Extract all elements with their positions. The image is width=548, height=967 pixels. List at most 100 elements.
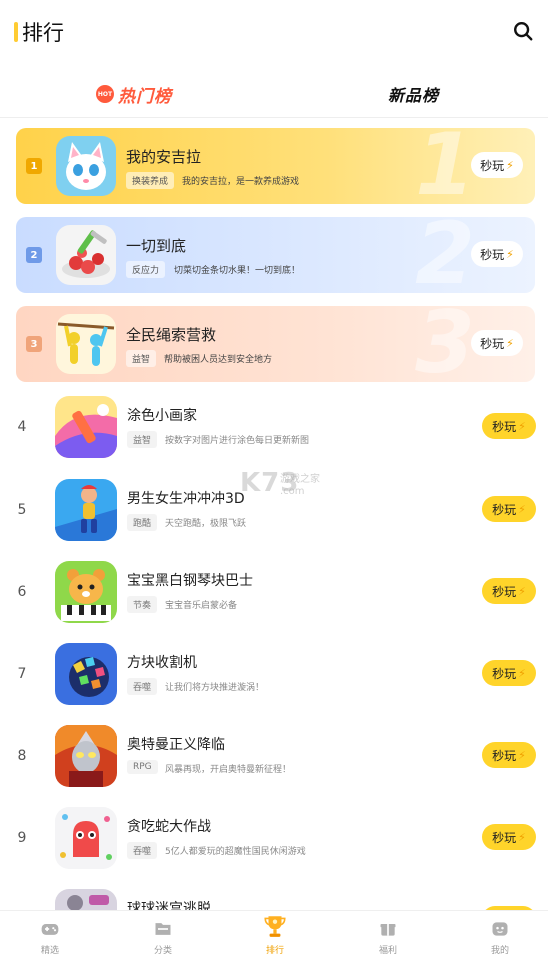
lightning-icon: ⚡	[506, 247, 514, 261]
page-title: 排行	[22, 21, 64, 45]
rank-medal-icon: 3	[26, 336, 42, 352]
tab-hot[interactable]: HOT 热门榜	[96, 72, 172, 116]
instant-play-button[interactable]: 秒玩 ⚡	[482, 413, 536, 439]
rank-watermark-number: 1	[415, 128, 475, 204]
game-name: 男生女生冲冲冲3D	[127, 491, 245, 507]
nav-label: 分类	[153, 946, 172, 956]
watermark-text: 游戏之家	[280, 474, 320, 485]
list-item[interactable]: 8 奥特曼正义降临 RPG 风暴再现，开启奥特曼新征程！ 秒玩 ⚡	[0, 722, 548, 804]
trophy-icon	[264, 916, 286, 937]
gift-icon	[380, 924, 396, 936]
game-icon-rope-rescue	[56, 314, 116, 374]
header: 排行	[0, 0, 548, 62]
game-name: 奥特曼正义降临	[127, 737, 225, 753]
game-name: 涂色小画家	[127, 408, 197, 424]
game-icon-snake	[55, 807, 117, 869]
instant-play-label: 秒玩	[492, 748, 517, 763]
folder-icon	[155, 923, 171, 935]
instant-play-label: 秒玩	[480, 158, 505, 173]
instant-play-button[interactable]: 秒玩 ⚡	[482, 578, 536, 604]
instant-play-button[interactable]: 秒玩 ⚡	[471, 152, 523, 178]
top-card-2[interactable]: 2 2 一切到底 反应力 切菜切金条切水果！一切到底！ 秒玩 ⚡	[16, 217, 535, 293]
gamepad-icon	[41, 924, 59, 935]
lightning-icon: ⚡	[518, 502, 526, 516]
rank-number: 9	[17, 830, 27, 846]
instant-play-button[interactable]: 秒玩 ⚡	[482, 496, 536, 522]
list-item[interactable]: 6 宝宝黑白钢琴块巴士 节奏 宝宝音乐启蒙必备 秒玩 ⚡	[0, 558, 548, 640]
rank-medal-icon: 2	[26, 247, 42, 263]
tabs-divider	[0, 117, 548, 118]
instant-play-label: 秒玩	[480, 336, 505, 351]
nav-item-mine[interactable]: 我的	[470, 919, 530, 965]
nav-item-category[interactable]: 分类	[133, 919, 193, 965]
rank-medal-icon: 1	[26, 158, 42, 174]
game-icon-piano-bear	[55, 561, 117, 623]
top-card-3[interactable]: 3 3 全民绳索营救 益智 帮助被困人员达到安全地方 秒玩 ⚡	[16, 306, 535, 382]
rank-number: 6	[17, 584, 27, 600]
watermark-url: .com	[280, 486, 305, 497]
game-desc: 天空跑酷，极限飞跃	[165, 519, 247, 529]
nav-label: 精选	[40, 946, 59, 956]
game-tag: 益智	[126, 350, 157, 367]
lightning-icon: ⚡	[518, 584, 526, 598]
game-icon-runner	[55, 479, 117, 541]
instant-play-label: 秒玩	[492, 584, 517, 599]
game-tag: 跑酷	[127, 514, 158, 531]
list-item[interactable]: 7 方块收割机 吞噬 让我们将方块推进漩涡！ 秒玩 ⚡	[0, 640, 548, 722]
instant-play-button[interactable]: 秒玩 ⚡	[482, 824, 536, 850]
rank-watermark-number: 3	[415, 306, 475, 382]
game-desc: 让我们将方块推进漩涡！	[165, 683, 265, 693]
game-name: 一切到底	[126, 237, 187, 255]
instant-play-button[interactable]: 秒玩 ⚡	[482, 742, 536, 768]
game-desc: 我的安吉拉，是一款养成游戏	[182, 177, 300, 187]
instant-play-label: 秒玩	[492, 502, 517, 517]
instant-play-button[interactable]: 秒玩 ⚡	[471, 241, 523, 267]
instant-play-label: 秒玩	[480, 247, 505, 262]
game-tag: 吞噬	[127, 842, 158, 859]
instant-play-label: 秒玩	[492, 419, 517, 434]
nav-label: 我的	[490, 946, 509, 956]
game-desc: 宝宝音乐启蒙必备	[165, 601, 238, 611]
title-accent-bar	[14, 22, 18, 42]
nav-label: 福利	[378, 946, 397, 956]
game-tag: 换装养成	[126, 172, 175, 189]
hot-badge-icon: HOT	[96, 85, 114, 103]
list-item[interactable]: 4 涂色小画家 益智 按数字对图片进行涂色每日更新新图 秒玩 ⚡	[0, 393, 548, 475]
game-tag: RPG	[127, 760, 158, 774]
lightning-icon: ⚡	[518, 666, 526, 680]
game-desc: 切菜切金条切水果！一切到底！	[174, 266, 301, 276]
game-tag: 益智	[127, 431, 158, 448]
game-icon-block-harvester	[55, 643, 117, 705]
game-name: 贪吃蛇大作战	[127, 819, 211, 835]
top-card-1[interactable]: 1 1 我的安吉拉 换装养成 我的安吉拉，是一款养成游戏 秒玩 ⚡	[16, 128, 535, 204]
game-icon-coloring	[55, 396, 117, 458]
search-icon[interactable]	[512, 20, 534, 42]
game-name: 全民绳索营救	[126, 326, 217, 344]
nav-item-ranking[interactable]: 排行	[245, 916, 305, 965]
instant-play-label: 秒玩	[492, 666, 517, 681]
game-tag: 吞噬	[127, 678, 158, 695]
lightning-icon: ⚡	[518, 748, 526, 762]
list-item[interactable]: 9 贪吃蛇大作战 吞噬 5亿人都爱玩的超魔性国民休闲游戏 秒玩 ⚡	[0, 804, 548, 886]
game-tag: 反应力	[126, 261, 166, 278]
tab-hot-label: 热门榜	[118, 86, 172, 107]
instant-play-button[interactable]: 秒玩 ⚡	[482, 660, 536, 686]
game-desc: 5亿人都爱玩的超魔性国民休闲游戏	[165, 847, 306, 857]
lightning-icon: ⚡	[506, 158, 514, 172]
game-icon-slice	[56, 225, 116, 285]
nav-item-featured[interactable]: 精选	[20, 919, 80, 965]
lightning-icon: ⚡	[518, 830, 526, 844]
tab-new[interactable]: 新品榜	[388, 72, 439, 116]
game-name: 我的安吉拉	[126, 148, 202, 166]
nav-label: 排行	[265, 946, 284, 956]
game-tag: 节奏	[127, 596, 158, 613]
game-name: 宝宝黑白钢琴块巴士	[127, 573, 253, 589]
rank-number: 7	[17, 666, 27, 682]
nav-item-welfare[interactable]: 福利	[358, 919, 418, 965]
tab-new-label: 新品榜	[388, 86, 440, 105]
game-icon-angela	[56, 136, 116, 196]
game-name: 方块收割机	[127, 655, 197, 671]
instant-play-button[interactable]: 秒玩 ⚡	[471, 330, 523, 356]
rank-watermark-number: 2	[415, 217, 475, 293]
rank-number: 5	[17, 502, 27, 518]
